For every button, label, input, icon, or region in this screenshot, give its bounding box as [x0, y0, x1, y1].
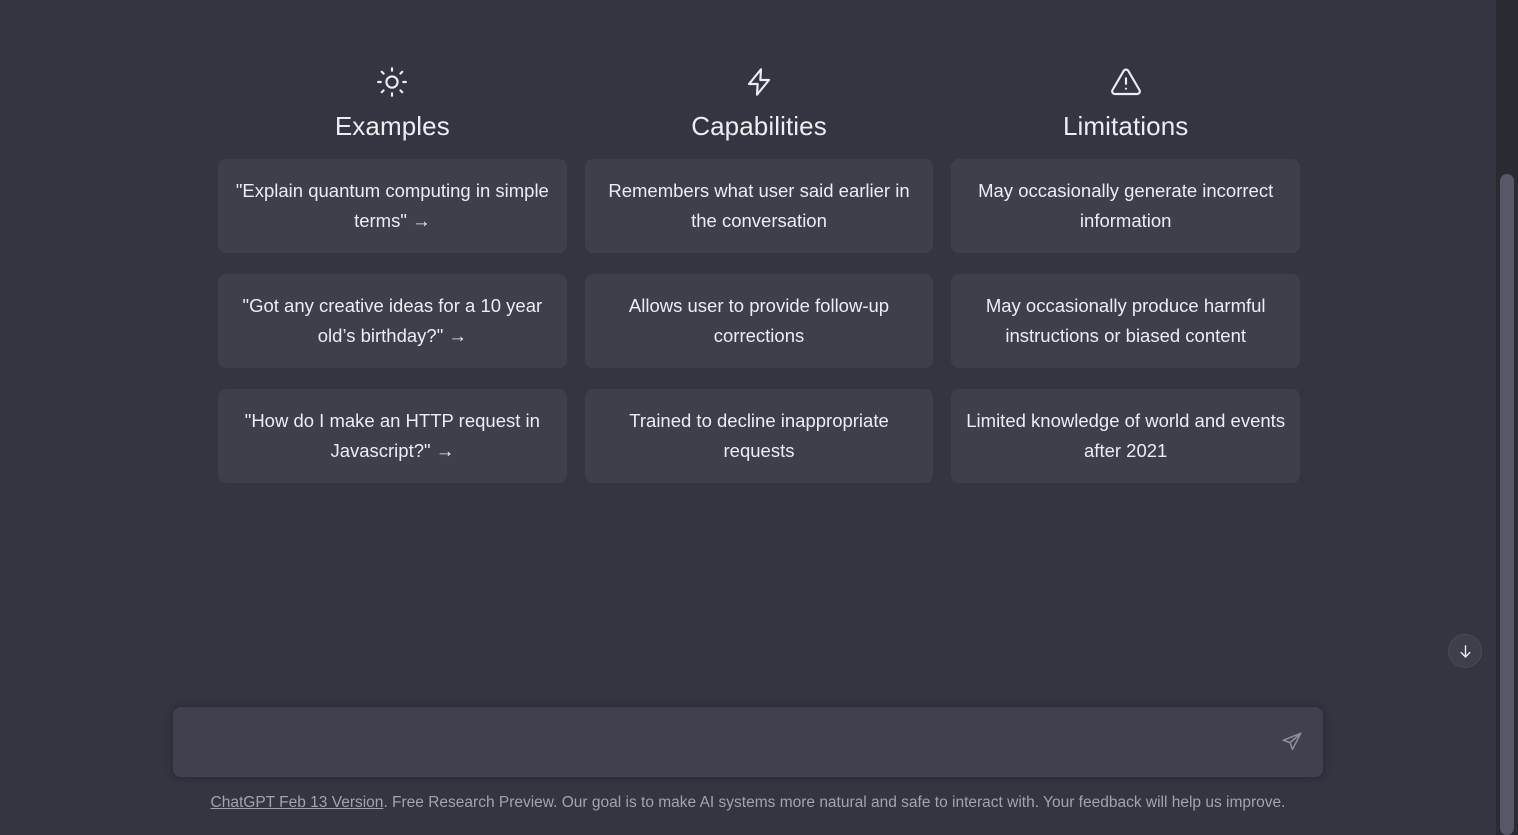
column-limitations-header: Limitations: [1063, 66, 1188, 142]
intro-columns: Examples "Explain quantum computing in s…: [218, 66, 1301, 483]
column-limitations-cards: May occasionally generate incorrect info…: [951, 159, 1301, 483]
chatgpt-app-window: Examples "Explain quantum computing in s…: [0, 0, 1518, 835]
intro-panel: Examples "Explain quantum computing in s…: [0, 66, 1518, 483]
sun-icon: [377, 67, 408, 97]
footer-text: . Free Research Preview. Our goal is to …: [383, 794, 1286, 811]
column-capabilities: Capabilities Remembers what user said ea…: [584, 66, 934, 483]
lightning-bolt-icon: [747, 68, 771, 96]
composer-container: [0, 707, 1496, 777]
column-title: Examples: [334, 111, 450, 141]
capability-card: Allows user to provide follow-up correct…: [584, 274, 934, 368]
example-prompt-card[interactable]: "Explain quantum computing in simple ter…: [218, 159, 567, 253]
column-capabilities-cards: Remembers what user said earlier in the …: [584, 159, 934, 483]
example-prompt-card[interactable]: "How do I make an HTTP request in Javasc…: [218, 389, 567, 483]
capability-card: Trained to decline inappropriate request…: [584, 389, 934, 483]
column-title: Capabilities: [691, 111, 827, 141]
arrow-down-icon: [1460, 644, 1470, 658]
column-capabilities-header: Capabilities: [691, 66, 827, 142]
column-examples: Examples "Explain quantum computing in s…: [218, 66, 567, 483]
scroll-to-bottom-button[interactable]: [1448, 634, 1482, 668]
send-button[interactable]: [1277, 727, 1307, 757]
column-examples-header: Examples: [335, 66, 450, 142]
limitation-card: May occasionally generate incorrect info…: [951, 159, 1301, 253]
limitation-card: Limited knowledge of world and events af…: [951, 389, 1301, 483]
page-scrollbar-thumb[interactable]: [1500, 174, 1514, 835]
message-input[interactable]: [173, 707, 1323, 777]
column-limitations: Limitations May occasionally generate in…: [951, 66, 1301, 483]
capability-card: Remembers what user said earlier in the …: [584, 159, 934, 253]
limitation-card: May occasionally produce harmful instruc…: [951, 274, 1301, 368]
page-scrollbar-track[interactable]: [1496, 0, 1518, 835]
version-link[interactable]: ChatGPT Feb 13 Version: [211, 794, 384, 811]
composer: [173, 707, 1323, 777]
example-prompt-card[interactable]: "Got any creative ideas for a 10 year ol…: [218, 274, 567, 368]
column-title: Limitations: [1062, 111, 1189, 141]
column-examples-cards: "Explain quantum computing in simple ter…: [218, 159, 567, 483]
warning-triangle-icon: [1110, 68, 1141, 96]
footer-disclaimer: ChatGPT Feb 13 Version. Free Research Pr…: [0, 793, 1496, 813]
send-paper-plane-icon: [1282, 732, 1302, 751]
